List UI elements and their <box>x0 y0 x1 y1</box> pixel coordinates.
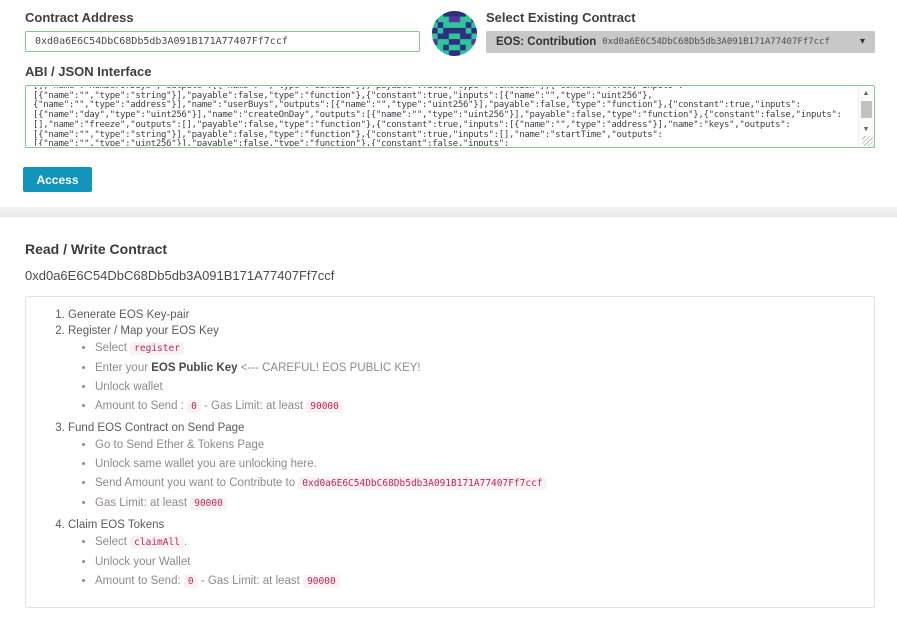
instruction-bullet: Select claimAll. <box>95 536 860 549</box>
instruction-step: Register / Map your EOS Key Select regis… <box>68 325 860 413</box>
chevron-down-icon: ▾ <box>860 37 865 47</box>
code-gas-limit: 90000 <box>306 400 343 413</box>
instructions-panel: Generate EOS Key-pair Register / Map you… <box>25 296 875 608</box>
scroll-down-icon[interactable]: ▼ <box>859 123 873 135</box>
instruction-step: Fund EOS Contract on Send Page Go to Sen… <box>68 422 860 510</box>
code-contract-address: 0xd0a6E6C54DbC68Db5db3A091B171A77407Ff7c… <box>298 477 546 490</box>
code-amount: 0 <box>187 400 201 413</box>
instruction-bullet: Unlock your Wallet <box>95 556 860 568</box>
code-register: register <box>130 342 184 355</box>
instruction-bullet: Amount to Send : 0 - Gas Limit: at least… <box>95 400 860 413</box>
code-gas-limit: 90000 <box>190 497 227 510</box>
instruction-bullet: Send Amount you want to Contribute to 0x… <box>95 477 860 490</box>
contract-address-input[interactable] <box>25 31 420 52</box>
step-label: Fund EOS Contract on Send Page <box>68 422 244 434</box>
instruction-bullet: Enter your EOS Public Key <--- CAREFUL! … <box>95 362 860 374</box>
selected-contract-name: EOS: Contribution <box>496 36 596 48</box>
selected-contract-address: 0xd0a6E6C54DbC68Db5db3A091B171A77407Ff7c… <box>602 37 830 47</box>
instruction-bullet: Gas Limit: at least 90000 <box>95 497 860 510</box>
code-gas-limit: 90000 <box>303 575 340 588</box>
instruction-bullet: Go to Send Ether & Tokens Page <box>95 439 860 451</box>
instruction-bullet: Unlock same wallet you are unlocking her… <box>95 458 860 470</box>
abi-label: ABI / JSON Interface <box>25 64 875 79</box>
scrollbar-thumb[interactable] <box>861 101 872 118</box>
identicon-image <box>432 11 477 56</box>
step-label: Claim EOS Tokens <box>68 519 164 531</box>
instruction-step: Generate EOS Key-pair <box>68 309 860 321</box>
instruction-step: Claim EOS Tokens Select claimAll. Unlock… <box>68 519 860 588</box>
abi-textarea[interactable]: [],"name":"numberOfDays","outputs":[{"na… <box>25 85 875 148</box>
contract-address-label: Contract Address <box>25 10 420 25</box>
scroll-up-icon[interactable]: ▲ <box>859 87 873 99</box>
code-claimall: claimAll <box>130 536 184 549</box>
step-label: Register / Map your EOS Key <box>68 325 219 337</box>
code-amount: 0 <box>184 575 198 588</box>
address-identicon <box>432 11 477 56</box>
instruction-bullet: Select register <box>95 342 860 355</box>
abi-json-text: [],"name":"numberOfDays","outputs":[{"na… <box>33 87 854 146</box>
step-label: Generate EOS Key-pair <box>68 309 189 321</box>
resize-handle[interactable] <box>862 136 873 146</box>
contract-address-display: 0xd0a6E6C54DbC68Db5db3A091B171A77407Ff7c… <box>25 268 875 283</box>
access-button[interactable]: Access <box>23 167 92 192</box>
instruction-bullet: Amount to Send: 0 - Gas Limit: at least … <box>95 575 860 588</box>
instruction-bullet: Unlock wallet <box>95 381 860 393</box>
section-divider <box>0 207 897 217</box>
contract-access-section: Contract Address <box>0 0 897 192</box>
existing-contract-select[interactable]: EOS: Contribution 0xd0a6E6C54DbC68Db5db3… <box>486 31 875 53</box>
read-write-title: Read / Write Contract <box>25 241 875 257</box>
read-write-contract-section: Read / Write Contract 0xd0a6E6C54DbC68Db… <box>0 241 897 620</box>
select-existing-contract-label: Select Existing Contract <box>486 10 875 25</box>
abi-content-clip: [],"name":"numberOfDays","outputs":[{"na… <box>33 87 854 146</box>
